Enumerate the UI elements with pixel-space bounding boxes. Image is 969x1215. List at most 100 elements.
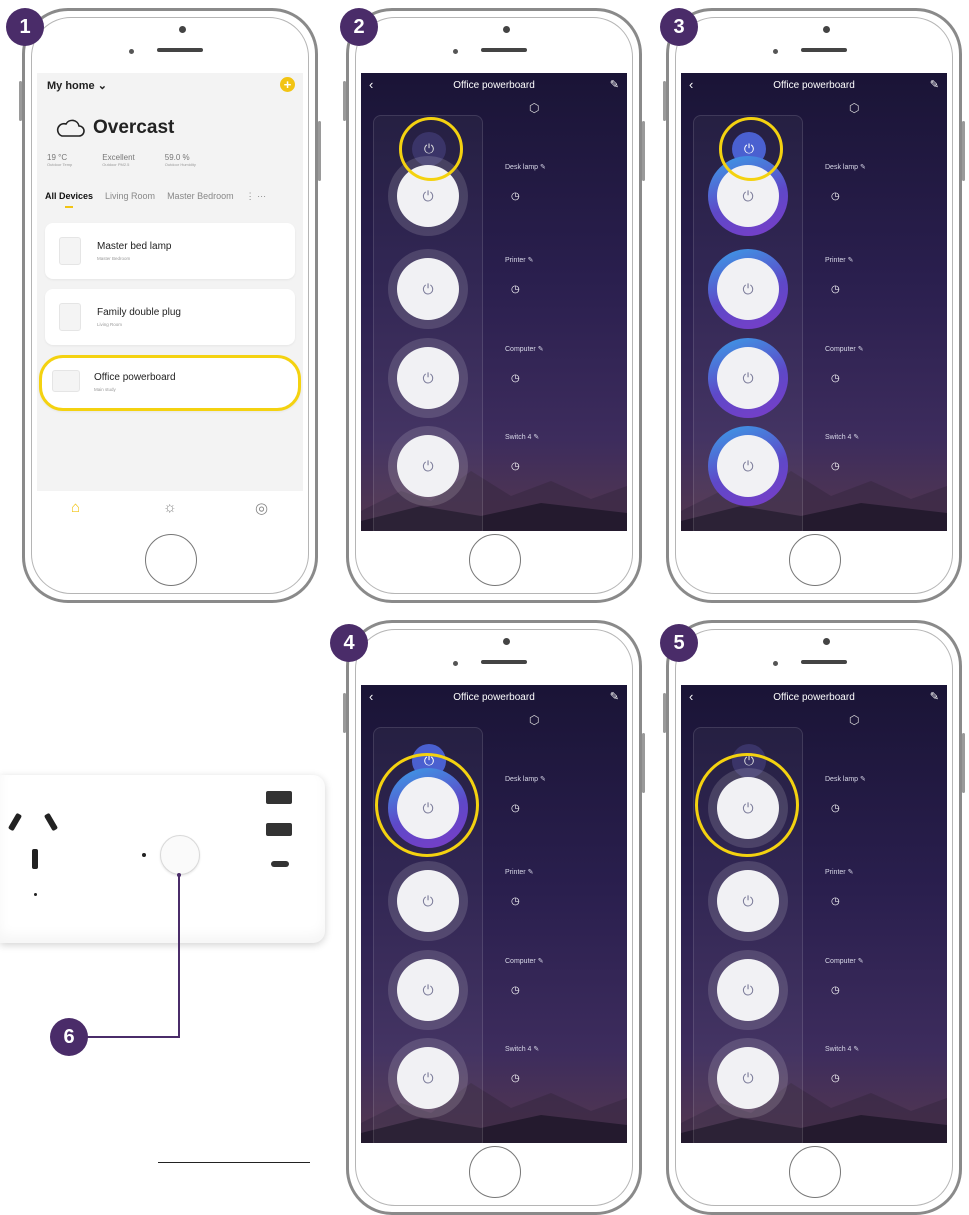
- socket-label[interactable]: Desk lamp ✎: [505, 163, 546, 171]
- socket-3-power-button[interactable]: ⏻: [708, 338, 788, 418]
- home-button[interactable]: [145, 534, 197, 586]
- power-icon: ⏻: [742, 369, 754, 386]
- socket-4-power-button[interactable]: ⏻: [388, 426, 468, 506]
- socket-label[interactable]: Printer ✎: [505, 868, 533, 876]
- home-screen: My home ⌄ + Overcast 19 °C Outdoor Temp E…: [37, 73, 303, 531]
- timer-icon[interactable]: ◷: [831, 284, 840, 295]
- socket-label[interactable]: Computer ✎: [505, 957, 544, 965]
- edit-icon: ✎: [533, 1046, 540, 1053]
- powerboard-screen: ‹ Office powerboard ✎ ⏻ ⏻ ⏻ ⏻ ⏻ ⬡ Desk lamp ✎ ◷ Pri…: [681, 685, 947, 1143]
- timer-icon[interactable]: ◷: [831, 1073, 840, 1084]
- usb-a-port: [266, 823, 292, 836]
- outlet-dot: [34, 893, 37, 896]
- tabs-more[interactable]: ⋮ ···: [246, 191, 267, 202]
- step-badge: 4: [330, 624, 368, 662]
- cube-icon[interactable]: ⬡: [849, 101, 859, 115]
- power-icon: ⏻: [422, 280, 434, 297]
- step-badge: 6: [50, 1018, 88, 1056]
- edit-icon[interactable]: ✎: [610, 690, 619, 703]
- edit-icon[interactable]: ✎: [610, 78, 619, 91]
- socket-4-power-button[interactable]: ⏻: [708, 426, 788, 506]
- weather-stats: 19 °C Outdoor Temp Excellent Outdoor PM2.5…: [47, 153, 196, 167]
- home-button[interactable]: [469, 1146, 521, 1198]
- power-icon: ⏻: [742, 981, 754, 998]
- outlet-pin: [43, 812, 59, 832]
- edit-icon: ✎: [853, 1046, 860, 1053]
- power-icon: ⏻: [422, 369, 434, 386]
- socket-label[interactable]: Desk lamp ✎: [825, 163, 866, 171]
- timer-icon[interactable]: ◷: [831, 461, 840, 472]
- powerboard-device: [0, 775, 325, 943]
- leader-line: [178, 876, 180, 1038]
- socket-label[interactable]: Computer ✎: [505, 345, 544, 353]
- device-card[interactable]: Family double plug Living Room: [45, 289, 295, 345]
- camera: [823, 638, 830, 645]
- smart-icon[interactable]: ☼: [163, 499, 177, 516]
- timer-icon[interactable]: ◷: [511, 191, 520, 202]
- device-thumbnail: [59, 303, 81, 331]
- timer-icon[interactable]: ◷: [831, 896, 840, 907]
- add-device-button[interactable]: +: [280, 77, 295, 92]
- timer-icon[interactable]: ◷: [511, 284, 520, 295]
- timer-icon[interactable]: ◷: [511, 1073, 520, 1084]
- edit-icon: ✎: [540, 776, 546, 783]
- socket-label[interactable]: Switch 4 ✎: [505, 433, 539, 441]
- device-card-highlighted[interactable]: Office powerboard Main study: [39, 355, 301, 411]
- tab-living-room[interactable]: Living Room: [105, 191, 155, 202]
- socket-2-power-button[interactable]: ⏻: [388, 861, 468, 941]
- edit-icon[interactable]: ✎: [930, 78, 939, 91]
- tab-indicator: [65, 206, 73, 208]
- home-button[interactable]: [789, 534, 841, 586]
- socket-2-power-button[interactable]: ⏻: [388, 249, 468, 329]
- socket-label[interactable]: Printer ✎: [825, 256, 853, 264]
- step-badge: 1: [6, 8, 44, 46]
- timer-icon[interactable]: ◷: [831, 985, 840, 996]
- home-icon[interactable]: ⌂: [71, 499, 80, 516]
- physical-power-button[interactable]: [160, 835, 200, 875]
- socket-label[interactable]: Switch 4 ✎: [825, 433, 859, 441]
- socket-label[interactable]: Printer ✎: [825, 868, 853, 876]
- socket-4-power-button[interactable]: ⏻: [708, 1038, 788, 1118]
- socket-label[interactable]: Desk lamp ✎: [505, 775, 546, 783]
- leader-line: [84, 1036, 180, 1038]
- camera: [503, 26, 510, 33]
- tab-master-bedroom[interactable]: Master Bedroom: [167, 191, 234, 202]
- socket-label[interactable]: Switch 4 ✎: [505, 1045, 539, 1053]
- edit-icon[interactable]: ✎: [930, 690, 939, 703]
- timer-icon[interactable]: ◷: [511, 896, 520, 907]
- timer-icon[interactable]: ◷: [831, 373, 840, 384]
- edit-icon: ✎: [540, 164, 546, 171]
- profile-icon[interactable]: ◎: [255, 499, 268, 517]
- tab-all-devices[interactable]: All Devices: [45, 191, 93, 202]
- speaker: [801, 48, 847, 52]
- socket-label[interactable]: Computer ✎: [825, 957, 864, 965]
- cube-icon[interactable]: ⬡: [529, 713, 539, 727]
- timer-icon[interactable]: ◷: [831, 191, 840, 202]
- socket-label[interactable]: Desk lamp ✎: [825, 775, 866, 783]
- timer-icon[interactable]: ◷: [511, 803, 520, 814]
- phone-5: ‹ Office powerboard ✎ ⏻ ⏻ ⏻ ⏻ ⏻ ⬡ Desk lamp ✎ ◷ Pri…: [663, 620, 965, 1215]
- socket-4-power-button[interactable]: ⏻: [388, 1038, 468, 1118]
- socket-3-power-button[interactable]: ⏻: [388, 950, 468, 1030]
- socket-label[interactable]: Printer ✎: [505, 256, 533, 264]
- cube-icon[interactable]: ⬡: [849, 713, 859, 727]
- socket-label[interactable]: Switch 4 ✎: [825, 1045, 859, 1053]
- timer-icon[interactable]: ◷: [511, 461, 520, 472]
- timer-icon[interactable]: ◷: [831, 803, 840, 814]
- home-selector[interactable]: My home ⌄: [47, 79, 107, 92]
- socket-2-power-button[interactable]: ⏻: [708, 249, 788, 329]
- camera: [503, 638, 510, 645]
- device-card[interactable]: Master bed lamp Master Bedroom: [45, 223, 295, 279]
- timer-icon[interactable]: ◷: [511, 985, 520, 996]
- timer-icon[interactable]: ◷: [511, 373, 520, 384]
- cloud-icon: [56, 119, 85, 137]
- home-button[interactable]: [469, 534, 521, 586]
- step-badge: 5: [660, 624, 698, 662]
- socket-label[interactable]: Computer ✎: [825, 345, 864, 353]
- socket-3-power-button[interactable]: ⏻: [388, 338, 468, 418]
- socket-2-power-button[interactable]: ⏻: [708, 861, 788, 941]
- screen-title: Office powerboard: [453, 80, 535, 91]
- home-button[interactable]: [789, 1146, 841, 1198]
- socket-3-power-button[interactable]: ⏻: [708, 950, 788, 1030]
- cube-icon[interactable]: ⬡: [529, 101, 539, 115]
